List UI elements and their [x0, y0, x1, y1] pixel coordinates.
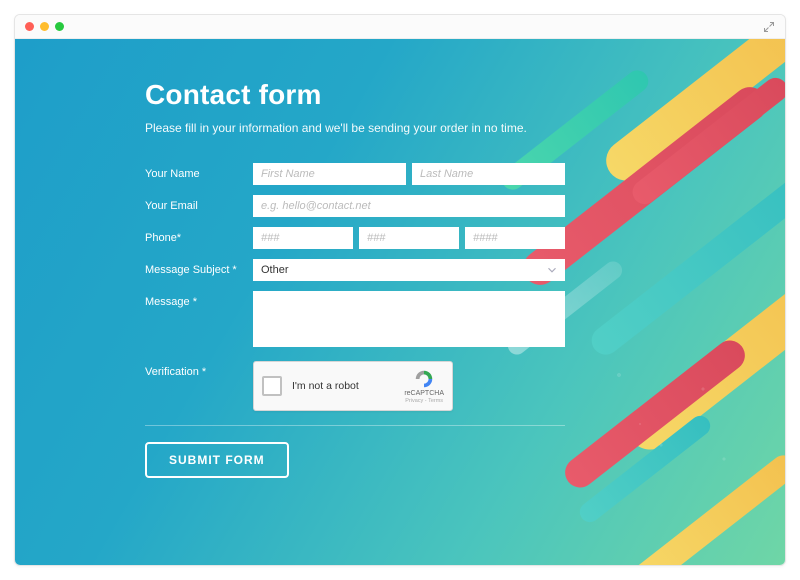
- page-title: Contact form: [145, 79, 565, 111]
- last-name-input[interactable]: [412, 163, 565, 185]
- recaptcha-checkbox[interactable]: [262, 376, 282, 396]
- phone-prefix-input[interactable]: [359, 227, 459, 249]
- divider: [145, 425, 565, 426]
- page-body: Contact form Please fill in your informa…: [15, 39, 785, 566]
- phone-area-input[interactable]: [253, 227, 353, 249]
- message-textarea[interactable]: [253, 291, 565, 347]
- phone-line-input[interactable]: [465, 227, 565, 249]
- phone-label: Phone*: [145, 227, 253, 244]
- window-traffic-lights: [25, 22, 64, 31]
- submit-button[interactable]: SUBMIT FORM: [145, 442, 289, 478]
- email-input[interactable]: [253, 195, 565, 217]
- name-label: Your Name: [145, 163, 253, 180]
- close-icon[interactable]: [25, 22, 34, 31]
- browser-window: Contact form Please fill in your informa…: [14, 14, 786, 566]
- maximize-icon[interactable]: [55, 22, 64, 31]
- browser-titlebar: [15, 15, 785, 39]
- subject-label: Message Subject *: [145, 259, 253, 276]
- minimize-icon[interactable]: [40, 22, 49, 31]
- contact-form: Your Name Your Email Phone*: [145, 163, 565, 478]
- subject-select[interactable]: Other: [253, 259, 565, 281]
- recaptcha-logo-icon: reCAPTCHA Privacy - Terms: [404, 368, 444, 404]
- first-name-input[interactable]: [253, 163, 406, 185]
- fullscreen-icon[interactable]: [763, 21, 775, 33]
- page-subtitle: Please fill in your information and we'l…: [145, 121, 565, 135]
- recaptcha-widget[interactable]: I'm not a robot reCAPTCHA Privacy - Term…: [253, 361, 453, 411]
- email-label: Your Email: [145, 195, 253, 212]
- message-label: Message *: [145, 291, 253, 308]
- recaptcha-text: I'm not a robot: [292, 380, 394, 392]
- verification-label: Verification *: [145, 361, 253, 378]
